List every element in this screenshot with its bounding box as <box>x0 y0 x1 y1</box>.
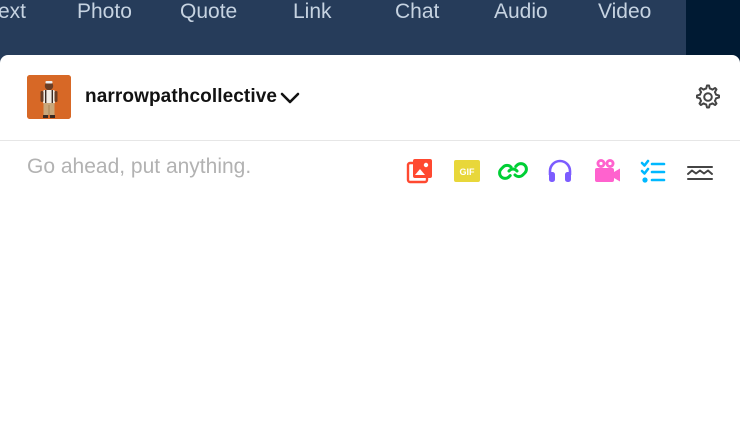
headphones-icon <box>548 159 572 182</box>
gear-icon[interactable] <box>694 83 722 111</box>
read-more-tool[interactable] <box>684 155 716 187</box>
checklist-icon <box>640 159 666 183</box>
audio-tool[interactable] <box>544 155 576 187</box>
tab-quote[interactable]: Quote <box>180 1 237 23</box>
tab-text[interactable]: ext <box>0 1 26 23</box>
post-text-input[interactable]: Go ahead, put anything. <box>27 155 251 179</box>
video-camera-icon <box>595 159 620 182</box>
gif-icon: GIF <box>454 160 480 182</box>
gif-tool[interactable]: GIF <box>451 155 483 187</box>
composer-body: Go ahead, put anything. GIF <box>0 141 740 426</box>
blog-name[interactable]: narrowpathcollective <box>85 86 277 108</box>
link-icon <box>498 162 528 180</box>
tab-photo[interactable]: Photo <box>77 1 132 23</box>
image-icon <box>406 159 432 184</box>
composer-header: narrowpathcollective <box>0 55 740 141</box>
tab-video[interactable]: Video <box>598 1 651 23</box>
read-more-icon <box>687 166 713 180</box>
link-tool[interactable] <box>497 155 529 187</box>
tab-audio[interactable]: Audio <box>494 1 548 23</box>
photo-tool[interactable] <box>404 155 436 187</box>
avatar[interactable] <box>27 75 71 119</box>
list-tool[interactable] <box>637 155 669 187</box>
post-composer: narrowpathcollective Go ahead, put anyth… <box>0 55 740 426</box>
avatar-image <box>27 75 71 119</box>
chevron-down-icon[interactable] <box>279 88 301 108</box>
svg-text:GIF: GIF <box>460 167 476 177</box>
tab-link[interactable]: Link <box>293 1 332 23</box>
tab-chat[interactable]: Chat <box>395 1 439 23</box>
video-tool[interactable] <box>591 155 623 187</box>
